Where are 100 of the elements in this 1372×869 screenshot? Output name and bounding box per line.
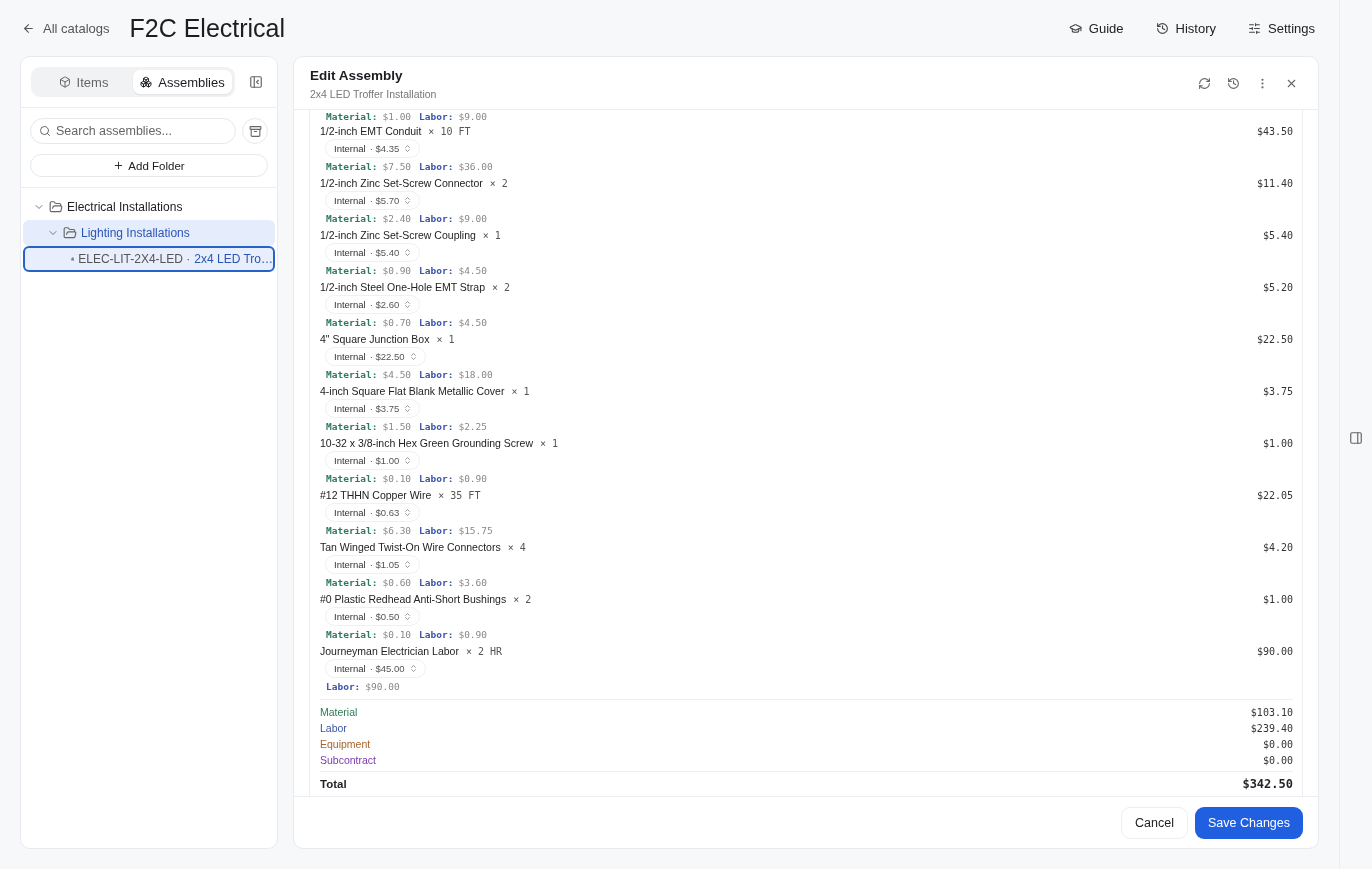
item-name: 4" Square Junction Box — [320, 333, 430, 345]
cost-value: $0.90 — [458, 629, 488, 640]
folder-item[interactable]: Lighting Installations — [23, 220, 275, 246]
cost-value: $1.00 — [382, 111, 412, 122]
cost-value: $0.70 — [382, 317, 412, 328]
item-quantity: × 1 — [436, 333, 455, 345]
summary-value: $103.10 — [1250, 706, 1293, 718]
cost-value: $90.00 — [365, 681, 400, 692]
cost-value: $9.00 — [458, 111, 488, 122]
price-source-select[interactable]: Internal · $1.05 — [325, 555, 421, 574]
item-total: $11.40 — [1256, 177, 1293, 189]
item-quantity: × 35 FT — [438, 489, 481, 501]
item-name: 1/2-inch Zinc Set-Screw Connector — [320, 177, 483, 189]
price-source-select[interactable]: Internal · $4.35 — [325, 139, 421, 158]
price-source-select[interactable]: Internal · $45.00 — [325, 659, 426, 678]
cost-label: Material: — [326, 317, 378, 328]
item-total: $22.05 — [1256, 489, 1293, 501]
archive-button[interactable] — [242, 118, 268, 144]
cost-label: Labor: — [419, 473, 454, 484]
price-source-select[interactable]: Internal · $5.70 — [325, 191, 421, 210]
item-quantity: × 2 HR — [465, 645, 503, 657]
cost-value: $2.25 — [458, 421, 488, 432]
editor-subtitle: 2x4 LED Troffer Installation — [310, 88, 437, 100]
item-name: #12 THHN Copper Wire — [320, 489, 432, 501]
cost-value: $3.60 — [458, 577, 488, 588]
cost-value: $36.00 — [458, 161, 493, 172]
panel-right-icon — [1349, 430, 1363, 445]
cost-label: Labor: — [326, 681, 361, 692]
header-button[interactable]: Guide — [1064, 16, 1128, 40]
up-down-chevron-icon — [403, 300, 413, 309]
settings-icon — [1248, 21, 1261, 35]
price-source-select[interactable]: Internal · $5.40 — [325, 243, 421, 262]
cost-value: $7.50 — [382, 161, 412, 172]
price-source-select[interactable]: Internal · $3.75 — [325, 399, 421, 418]
summary-value: $0.00 — [1262, 738, 1293, 750]
refresh-icon — [1198, 76, 1211, 90]
item-total: $3.75 — [1262, 385, 1293, 397]
cost-value: $4.50 — [458, 317, 488, 328]
summary-value: $239.40 — [1250, 722, 1293, 734]
cost-value: $0.10 — [382, 629, 412, 640]
cost-value: $6.30 — [382, 525, 412, 536]
cost-value: $0.10 — [382, 473, 412, 484]
cost-label: Material: — [326, 111, 378, 122]
cost-label: Labor: — [419, 317, 454, 328]
assembly-item[interactable]: ELEC-LIT-2X4-LED · 2x4 LED Tro… — [23, 246, 275, 272]
up-down-chevron-icon — [408, 664, 418, 673]
save-button[interactable]: Save Changes — [1195, 806, 1303, 839]
tab[interactable]: Assemblies — [133, 70, 232, 94]
cost-value: $0.60 — [382, 577, 412, 588]
item-quantity: × 1 — [482, 229, 501, 241]
cost-value: $4.50 — [382, 369, 412, 380]
price-source-select[interactable]: Internal · $2.60 — [325, 295, 421, 314]
cost-label: Labor: — [419, 629, 454, 640]
folder-item[interactable]: Electrical Installations — [23, 194, 275, 220]
price-source-select[interactable]: Internal · $0.63 — [325, 503, 421, 522]
header-button[interactable]: History — [1151, 16, 1220, 40]
cost-value: $4.50 — [458, 265, 488, 276]
item-quantity: × 10 FT — [428, 125, 471, 137]
summary-label: Equipment — [320, 738, 371, 750]
item-total: $5.40 — [1262, 229, 1293, 241]
item-name: 4-inch Square Flat Blank Metallic Cover — [320, 385, 505, 397]
item-total: $43.50 — [1256, 125, 1293, 137]
header-button[interactable]: Settings — [1244, 16, 1319, 40]
cost-label: Material: — [326, 421, 378, 432]
item-total: $22.50 — [1256, 333, 1293, 345]
box-icon — [58, 76, 71, 88]
up-down-chevron-icon — [408, 352, 418, 361]
item-total: $1.00 — [1262, 437, 1293, 449]
item-name: #0 Plastic Redhead Anti-Short Bushings — [320, 593, 507, 605]
cost-label: Labor: — [419, 577, 454, 588]
search-icon — [39, 125, 51, 137]
folder-icon — [63, 226, 77, 240]
back-link[interactable]: All catalogs — [22, 20, 110, 36]
summary-label: Labor — [320, 722, 347, 734]
tab[interactable]: Items — [34, 70, 133, 94]
cost-label: Labor: — [419, 525, 454, 536]
search-field[interactable]: Search assemblies... — [30, 118, 236, 144]
price-source-select[interactable]: Internal · $22.50 — [325, 347, 426, 366]
cost-label: Material: — [326, 265, 378, 276]
cost-label: Labor: — [419, 213, 454, 224]
item-total: $1.00 — [1262, 593, 1293, 605]
item-quantity: × 1 — [540, 437, 559, 449]
item-total: $4.20 — [1262, 541, 1293, 553]
cost-label: Material: — [326, 473, 378, 484]
up-down-chevron-icon — [403, 508, 413, 517]
total-label: Total — [320, 777, 347, 790]
up-down-chevron-icon — [403, 612, 413, 621]
add-folder-button[interactable]: Add Folder — [30, 154, 268, 177]
price-source-select[interactable]: Internal · $0.50 — [325, 607, 421, 626]
cost-label: Material: — [326, 629, 378, 640]
cost-value: $15.75 — [458, 525, 493, 536]
cancel-button[interactable]: Cancel — [1121, 806, 1188, 839]
item-quantity: × 4 — [507, 541, 526, 553]
cost-value: $0.90 — [382, 265, 412, 276]
cost-label: Material: — [326, 161, 378, 172]
summary-value: $0.00 — [1262, 754, 1293, 766]
panel-left-icon — [249, 75, 263, 89]
folder-icon — [49, 200, 63, 214]
item-name: Tan Winged Twist-On Wire Connectors — [320, 541, 501, 553]
price-source-select[interactable]: Internal · $1.00 — [325, 451, 421, 470]
